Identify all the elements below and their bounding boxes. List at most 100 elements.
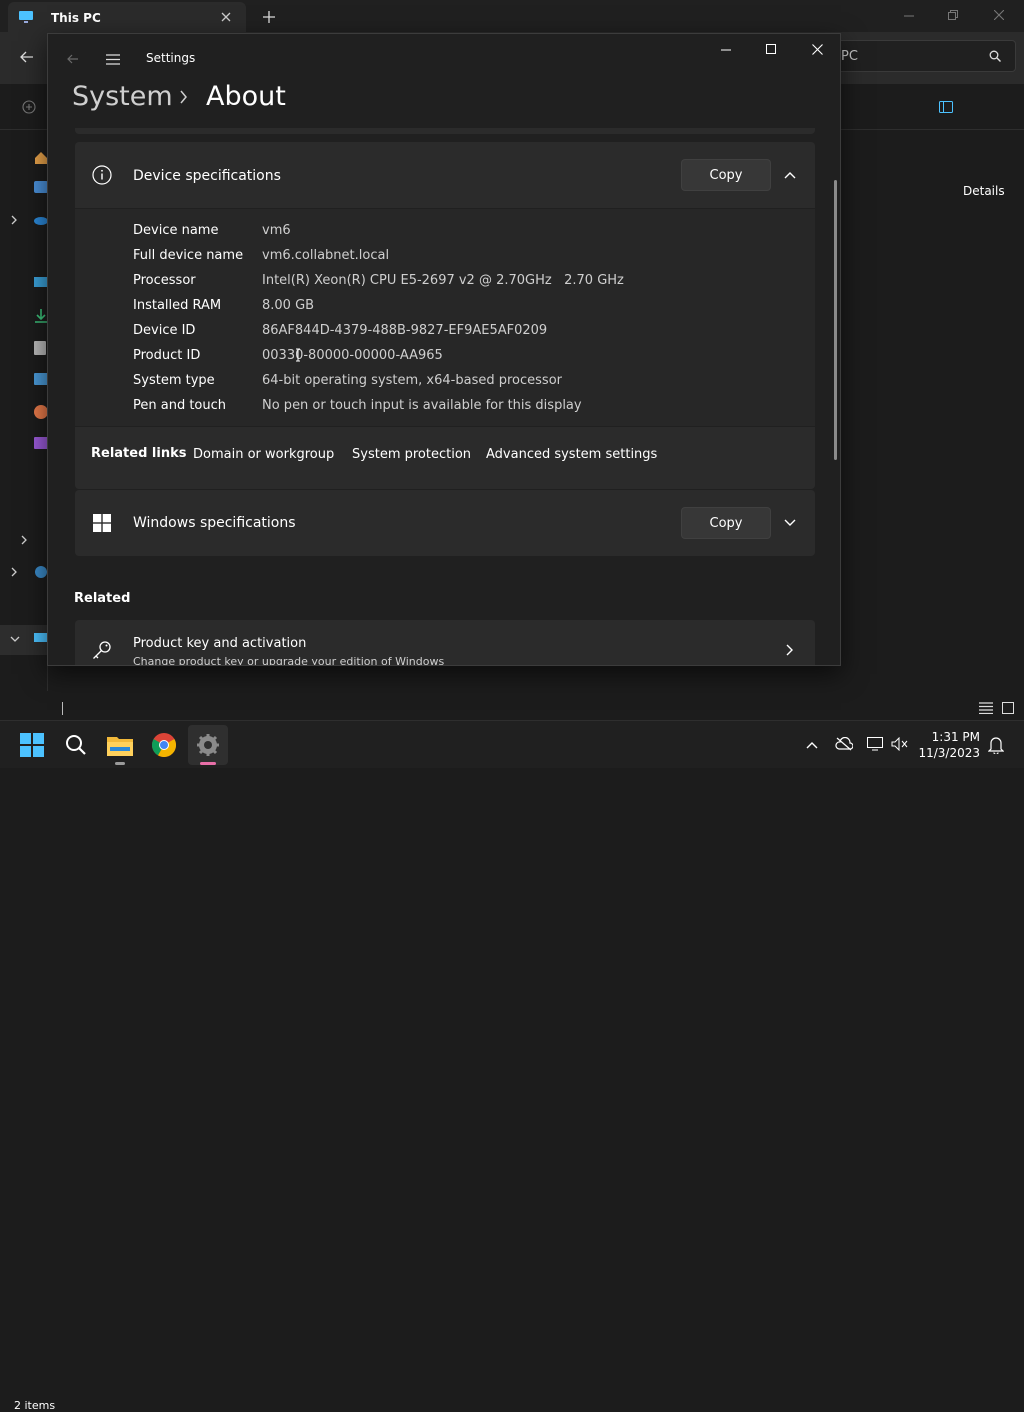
- explorer-close-icon[interactable]: [990, 6, 1008, 24]
- breadcrumb-about: About: [206, 81, 286, 112]
- gallery-icon[interactable]: [34, 181, 48, 193]
- expand-chevron-icon[interactable]: [20, 535, 28, 545]
- documents-icon[interactable]: [34, 341, 46, 355]
- item-count: 2 items: [14, 1399, 56, 1412]
- pictures-icon[interactable]: [34, 373, 48, 385]
- spec-label: Device ID: [133, 323, 196, 338]
- active-indicator: [200, 762, 216, 765]
- hamburger-menu-icon[interactable]: [104, 50, 122, 68]
- device-specs-header[interactable]: Device specifications Copy: [75, 142, 815, 208]
- this-pc-icon: [18, 10, 34, 24]
- clock-date[interactable]: 11/3/2023: [910, 746, 980, 760]
- chevron-up-icon[interactable]: [781, 167, 799, 183]
- settings-maximize-icon[interactable]: [761, 40, 781, 58]
- volume-muted-icon[interactable]: [890, 735, 910, 753]
- explorer-search-box[interactable]: PC: [830, 40, 1016, 72]
- spec-label: Device name: [133, 223, 219, 238]
- taskbar-file-explorer[interactable]: [100, 725, 140, 765]
- previous-card: [75, 128, 815, 134]
- settings-back-arrow-icon[interactable]: [64, 50, 82, 68]
- explorer-status-bar: 2 items: [0, 697, 1024, 1412]
- spec-value: 64-bit operating system, x64-based proce…: [262, 373, 562, 388]
- spec-label: Installed RAM: [133, 298, 222, 313]
- music-icon[interactable]: [34, 405, 48, 419]
- system-protection-link[interactable]: System protection: [352, 447, 471, 462]
- expand-chevron-icon[interactable]: [10, 567, 18, 577]
- back-arrow-icon[interactable]: [18, 48, 36, 66]
- home-icon[interactable]: [34, 151, 48, 165]
- settings-minimize-icon[interactable]: [716, 41, 736, 59]
- domain-or-workgroup-link[interactable]: Domain or workgroup: [193, 447, 334, 462]
- spec-value: 00330-80000-00000-AA965: [262, 348, 443, 363]
- windows-specs-header[interactable]: Windows specifications Copy: [75, 490, 815, 556]
- explorer-tab-bar: This PC: [0, 0, 1024, 32]
- taskbar-settings[interactable]: [188, 725, 228, 765]
- new-item-icon[interactable]: [20, 98, 38, 116]
- copy-device-specs-button[interactable]: Copy: [681, 159, 771, 191]
- breadcrumb-system[interactable]: System: [72, 81, 173, 112]
- taskbar-search-button[interactable]: [56, 725, 96, 765]
- settings-scrollbar[interactable]: [834, 180, 837, 460]
- this-pc-nav-icon: [34, 633, 48, 645]
- running-indicator: [115, 762, 125, 765]
- downloads-icon[interactable]: [34, 309, 48, 323]
- related-links-label: Related links: [91, 446, 187, 461]
- nav-selected-this-pc[interactable]: [0, 625, 48, 655]
- advanced-system-settings-link[interactable]: Advanced system settings: [486, 447, 657, 462]
- spec-value: 8.00 GB: [262, 298, 315, 313]
- explorer-navigation-pane: [0, 131, 48, 691]
- search-icon[interactable]: [987, 48, 1003, 64]
- tiles-view-icon[interactable]: [1000, 700, 1016, 716]
- details-button[interactable]: Details: [963, 184, 1005, 198]
- related-links-row: Related links Domain or workgroup System…: [75, 427, 815, 489]
- expand-chevron-icon[interactable]: [10, 215, 18, 225]
- settings-close-icon[interactable]: [807, 40, 827, 58]
- spec-value: No pen or touch input is available for t…: [262, 398, 582, 413]
- settings-window: Settings System About Device specificati…: [47, 33, 841, 666]
- chrome-icon: [152, 733, 176, 757]
- spec-value: 86AF844D-4379-488B-9827-EF9AE5AF0209: [262, 323, 548, 338]
- collapse-chevron-icon[interactable]: [10, 635, 20, 643]
- explorer-restore-icon[interactable]: [944, 6, 962, 24]
- device-specs-title: Device specifications: [133, 168, 281, 184]
- onedrive-icon[interactable]: [34, 215, 48, 225]
- device-specs-body: Device name vm6 Full device name vm6.col…: [75, 209, 815, 426]
- desktop-icon[interactable]: [34, 277, 48, 289]
- start-button[interactable]: [12, 725, 52, 765]
- product-key-subtitle: Change product key or upgrade your editi…: [133, 655, 445, 666]
- notification-bell-icon[interactable]: [986, 735, 1006, 755]
- explorer-tab-title: This PC: [51, 11, 101, 25]
- windows-specs-title: Windows specifications: [133, 515, 296, 531]
- explorer-minimize-icon[interactable]: [900, 8, 918, 24]
- product-key-row[interactable]: Product key and activation Change produc…: [75, 620, 815, 666]
- explorer-tab[interactable]: This PC: [8, 2, 246, 32]
- file-explorer-icon: [107, 734, 133, 756]
- key-icon: [92, 640, 112, 660]
- chevron-down-icon[interactable]: [781, 515, 799, 531]
- chevron-right-icon[interactable]: [781, 642, 799, 658]
- show-hidden-icons-icon[interactable]: [804, 737, 820, 753]
- details-pane-icon: [938, 99, 954, 115]
- copy-windows-specs-button[interactable]: Copy: [681, 507, 771, 539]
- spec-label: Processor: [133, 273, 196, 288]
- clock-time[interactable]: 1:31 PM: [910, 730, 980, 744]
- new-tab-icon[interactable]: [260, 8, 278, 26]
- videos-icon[interactable]: [34, 437, 48, 449]
- close-tab-icon[interactable]: [218, 9, 234, 25]
- spec-label: System type: [133, 373, 215, 388]
- details-view-icon[interactable]: [978, 700, 994, 716]
- network-status-icon[interactable]: [866, 735, 886, 753]
- spec-value: Intel(R) Xeon(R) CPU E5-2697 v2 @ 2.70GH…: [262, 273, 624, 288]
- windows-logo-icon: [93, 514, 111, 532]
- explorer-search-text: PC: [841, 49, 858, 64]
- spec-label: Product ID: [133, 348, 201, 363]
- network-icon[interactable]: [34, 565, 48, 579]
- taskbar: 1:31 PM 11/3/2023: [0, 720, 1024, 768]
- onedrive-offline-icon[interactable]: [834, 735, 854, 753]
- related-section-header: Related: [74, 591, 131, 606]
- spec-value: vm6.collabnet.local: [262, 248, 390, 263]
- breadcrumb-chevron-icon: [179, 90, 188, 104]
- mouse-cursor-icon: [295, 348, 301, 362]
- taskbar-chrome[interactable]: [144, 725, 184, 765]
- text-cursor: [62, 702, 63, 715]
